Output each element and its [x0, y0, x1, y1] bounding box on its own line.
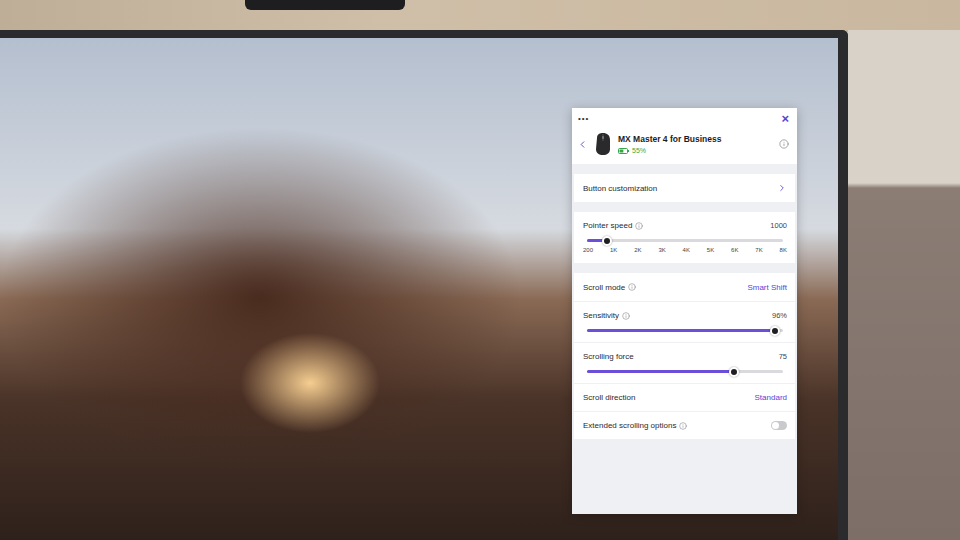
battery-text: 55% [632, 147, 646, 154]
setting-label: Extended scrolling options [583, 421, 687, 430]
settings-card: Button customization [574, 174, 795, 202]
label-text: Extended scrolling options [583, 421, 676, 430]
info-icon[interactable] [779, 139, 789, 149]
tick-label: 6K [731, 247, 738, 253]
slider-fill [587, 329, 775, 332]
battery-status: 55% [618, 147, 773, 154]
info-icon[interactable] [628, 283, 636, 291]
slider-row: Pointer speed 1000 200 1K 2K 3K 4K 5K 6K 7K 8K [574, 212, 795, 263]
slider-track[interactable] [587, 239, 783, 242]
tick-label: 8K [780, 247, 787, 253]
battery-icon [618, 148, 629, 154]
info-icon[interactable] [679, 422, 687, 430]
label-text: Scroll mode [583, 283, 625, 292]
slider-reading: 1000 [770, 221, 787, 230]
webcam [245, 0, 405, 10]
setting-label: Pointer speed [583, 221, 643, 230]
tick-label: 200 [583, 247, 593, 253]
desktop-wallpaper: ••• × MX Master 4 for Business 55% Button cu… [0, 38, 838, 540]
monitor: ••• × MX Master 4 for Business 55% Button cu… [0, 30, 848, 540]
device-card: MX Master 4 for Business 55% [572, 126, 797, 164]
slider-track[interactable] [587, 329, 783, 332]
slider-reading: 75 [779, 352, 787, 361]
device-name: MX Master 4 for Business [618, 134, 773, 144]
slider-thumb[interactable] [729, 367, 739, 377]
label-text: Scrolling force [583, 352, 634, 361]
choice-row[interactable]: Scroll direction Standard [574, 383, 795, 411]
label-text: Button customization [583, 184, 657, 193]
menu-button[interactable]: ••• [578, 114, 589, 123]
slider-thumb[interactable] [602, 236, 612, 246]
settings-card: Scroll mode Smart Shift Sensitivity 96% Scro… [574, 273, 795, 439]
choice-value[interactable]: Smart Shift [747, 283, 787, 292]
label-text: Sensitivity [583, 311, 619, 320]
info-icon[interactable] [635, 222, 643, 230]
slider-fill [587, 370, 734, 373]
slider-reading: 96% [772, 311, 787, 320]
slider-track[interactable] [587, 370, 783, 373]
tick-label: 3K [658, 247, 665, 253]
panel-header: ••• × [572, 108, 797, 126]
label-text: Pointer speed [583, 221, 632, 230]
info-icon[interactable] [622, 312, 630, 320]
choice-value[interactable]: Standard [755, 393, 787, 402]
fabric-panel [848, 30, 960, 540]
tick-label: 1K [610, 247, 617, 253]
setting-label: Scroll mode [583, 283, 636, 292]
setting-label: Button customization [583, 184, 657, 193]
tick-label: 7K [755, 247, 762, 253]
tick-label: 5K [707, 247, 714, 253]
slider-row: Sensitivity 96% [574, 301, 795, 342]
photo-scene: ••• × MX Master 4 for Business 55% Button cu… [0, 0, 960, 540]
tick-labels: 200 1K 2K 3K 4K 5K 6K 7K 8K [583, 247, 787, 253]
tick-label: 2K [634, 247, 641, 253]
slider-row: Scrolling force 75 [574, 342, 795, 383]
toggle-switch[interactable] [771, 421, 787, 430]
link-row[interactable]: Button customization [574, 174, 795, 202]
setting-label: Sensitivity [583, 311, 630, 320]
slider-thumb[interactable] [770, 326, 780, 336]
choice-row[interactable]: Scroll mode Smart Shift [574, 273, 795, 301]
label-text: Scroll direction [583, 393, 635, 402]
toggle-knob [772, 422, 779, 429]
mouse-icon [594, 132, 612, 156]
wall [0, 0, 960, 30]
settings-card: Pointer speed 1000 200 1K 2K 3K 4K 5K 6K 7K 8K [574, 212, 795, 263]
chevron-right-icon [777, 183, 787, 193]
close-button[interactable]: × [781, 112, 789, 125]
back-icon[interactable] [577, 139, 588, 150]
tick-label: 4K [683, 247, 690, 253]
setting-label: Scrolling force [583, 352, 634, 361]
settings-panel: ••• × MX Master 4 for Business 55% Button cu… [572, 108, 797, 514]
toggle-row: Extended scrolling options [574, 411, 795, 439]
setting-label: Scroll direction [583, 393, 635, 402]
